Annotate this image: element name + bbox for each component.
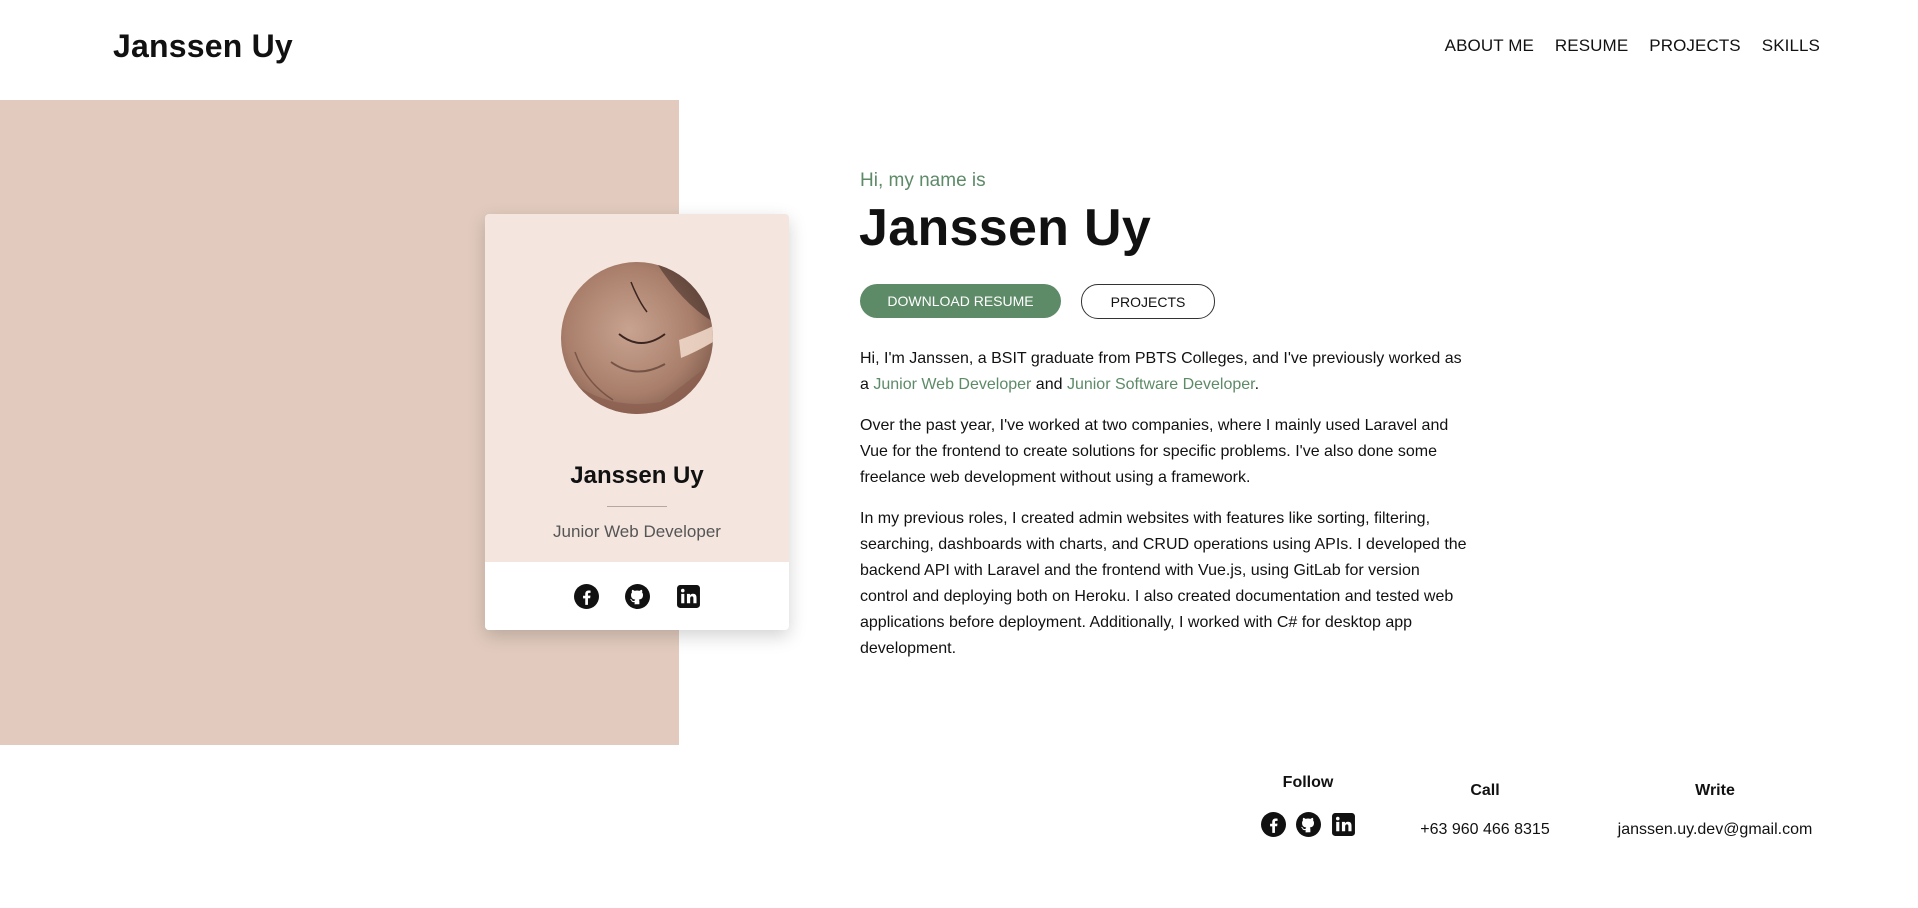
facebook-icon[interactable] xyxy=(573,583,599,609)
download-resume-button[interactable]: DOWNLOAD RESUME xyxy=(860,284,1061,318)
github-icon[interactable] xyxy=(1295,812,1321,837)
hero-name: Janssen Uy xyxy=(859,199,1152,257)
role-highlight-software: Junior Software Developer xyxy=(1066,376,1255,393)
github-icon[interactable] xyxy=(624,583,650,609)
profile-card: Janssen Uy Junior Web Developer xyxy=(485,214,789,630)
brand-logo-text[interactable]: Janssen Uy xyxy=(113,28,293,65)
phone-number[interactable]: +63 960 466 8315 xyxy=(1400,821,1570,839)
bio-text: and xyxy=(1031,376,1067,393)
linkedin-icon[interactable] xyxy=(676,584,701,609)
bio-paragraph-1: Hi, I'm Janssen, a BSIT graduate from PB… xyxy=(860,346,1470,398)
greeting-text: Hi, my name is xyxy=(860,170,986,191)
nav-about-me[interactable]: ABOUT ME xyxy=(1445,36,1534,56)
site-header: Janssen Uy ABOUT ME RESUME PROJECTS SKIL… xyxy=(0,0,1918,100)
projects-button[interactable]: PROJECTS xyxy=(1081,284,1215,319)
follow-title: Follow xyxy=(1282,774,1334,791)
bio-text: . xyxy=(1254,376,1260,393)
card-social-links xyxy=(485,562,789,630)
contact-call: Call +63 960 466 8315 xyxy=(1400,782,1570,839)
facebook-icon[interactable] xyxy=(1260,812,1286,837)
nav-skills[interactable]: SKILLS xyxy=(1762,36,1820,56)
main-nav: ABOUT ME RESUME PROJECTS SKILLS xyxy=(1445,36,1820,56)
contact-write: Write janssen.uy.dev@gmail.com xyxy=(1600,782,1830,839)
role-highlight-web: Junior Web Developer xyxy=(873,376,1032,393)
call-title: Call xyxy=(1470,782,1500,799)
nav-projects[interactable]: PROJECTS xyxy=(1649,36,1740,56)
avatar xyxy=(561,262,713,414)
write-title: Write xyxy=(1695,782,1735,799)
bio-section: Hi, I'm Janssen, a BSIT graduate from PB… xyxy=(860,346,1470,677)
contact-follow: Follow xyxy=(1258,774,1358,837)
linkedin-icon[interactable] xyxy=(1331,812,1356,837)
card-role: Junior Web Developer xyxy=(553,522,721,541)
bio-paragraph-2: Over the past year, I've worked at two c… xyxy=(860,417,1449,486)
nav-resume[interactable]: RESUME xyxy=(1555,36,1628,56)
card-name: Janssen Uy xyxy=(570,462,704,489)
email-address[interactable]: janssen.uy.dev@gmail.com xyxy=(1600,821,1830,839)
bio-paragraph-3: In my previous roles, I created admin we… xyxy=(860,510,1467,657)
card-divider xyxy=(607,506,667,507)
follow-social-links xyxy=(1258,812,1358,837)
